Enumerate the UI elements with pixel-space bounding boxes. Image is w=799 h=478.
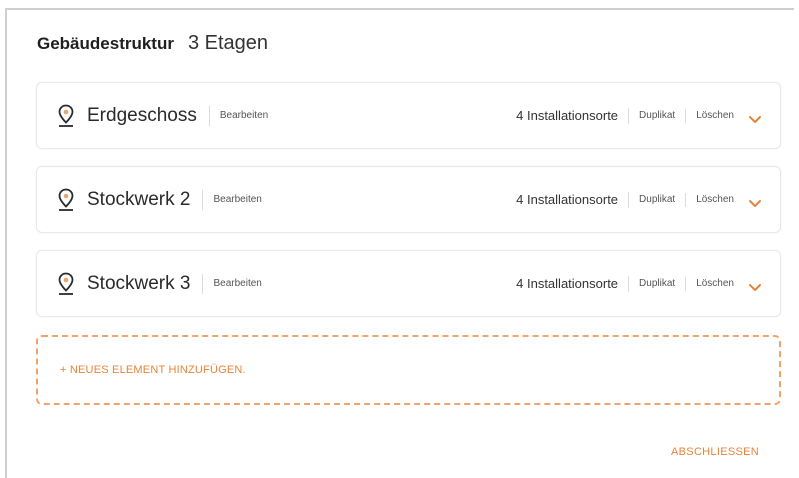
duplicate-floor-button[interactable]: Duplikat: [639, 192, 687, 207]
map-pin-icon: [57, 188, 75, 212]
duplicate-floor-button[interactable]: Duplikat: [639, 108, 687, 123]
floor-name: Erdgeschoss: [87, 105, 210, 126]
chevron-down-icon[interactable]: [748, 111, 762, 123]
add-element-label: + NEUES ELEMENT HINZUFÜGEN.: [60, 364, 246, 376]
map-pin-icon: [57, 272, 75, 296]
installation-count: 4 Installationsorte: [516, 107, 630, 124]
floor-name: Stockwerk 2: [87, 189, 204, 210]
delete-floor-button[interactable]: Löschen: [696, 194, 734, 205]
edit-floor-button[interactable]: Bearbeiten: [213, 194, 261, 205]
installation-count: 4 Installationsorte: [516, 191, 630, 208]
delete-floor-button[interactable]: Löschen: [696, 110, 734, 121]
delete-floor-button[interactable]: Löschen: [696, 278, 734, 289]
building-structure-panel: Gebäudestruktur 3 Etagen Erdgeschoss Bea…: [5, 8, 794, 478]
duplicate-floor-button[interactable]: Duplikat: [639, 276, 687, 291]
installation-count: 4 Installationsorte: [516, 275, 630, 292]
floor-row[interactable]: Stockwerk 3 Bearbeiten 4 Installationsor…: [36, 250, 781, 317]
chevron-down-icon[interactable]: [748, 279, 762, 291]
floor-count: 3 Etagen: [187, 32, 269, 54]
chevron-down-icon[interactable]: [748, 195, 762, 207]
add-element-button[interactable]: + NEUES ELEMENT HINZUFÜGEN.: [36, 335, 781, 405]
map-pin-icon: [57, 104, 75, 128]
edit-floor-button[interactable]: Bearbeiten: [213, 278, 261, 289]
edit-floor-button[interactable]: Bearbeiten: [220, 110, 268, 121]
page-title: Gebäudestruktur: [37, 34, 174, 53]
floor-name: Stockwerk 3: [87, 273, 204, 294]
finish-button[interactable]: ABSCHLIESSEN: [671, 446, 759, 458]
floor-row[interactable]: Stockwerk 2 Bearbeiten 4 Installationsor…: [36, 166, 781, 233]
panel-header: Gebäudestruktur 3 Etagen: [37, 32, 268, 55]
floor-row[interactable]: Erdgeschoss Bearbeiten 4 Installationsor…: [36, 82, 781, 149]
